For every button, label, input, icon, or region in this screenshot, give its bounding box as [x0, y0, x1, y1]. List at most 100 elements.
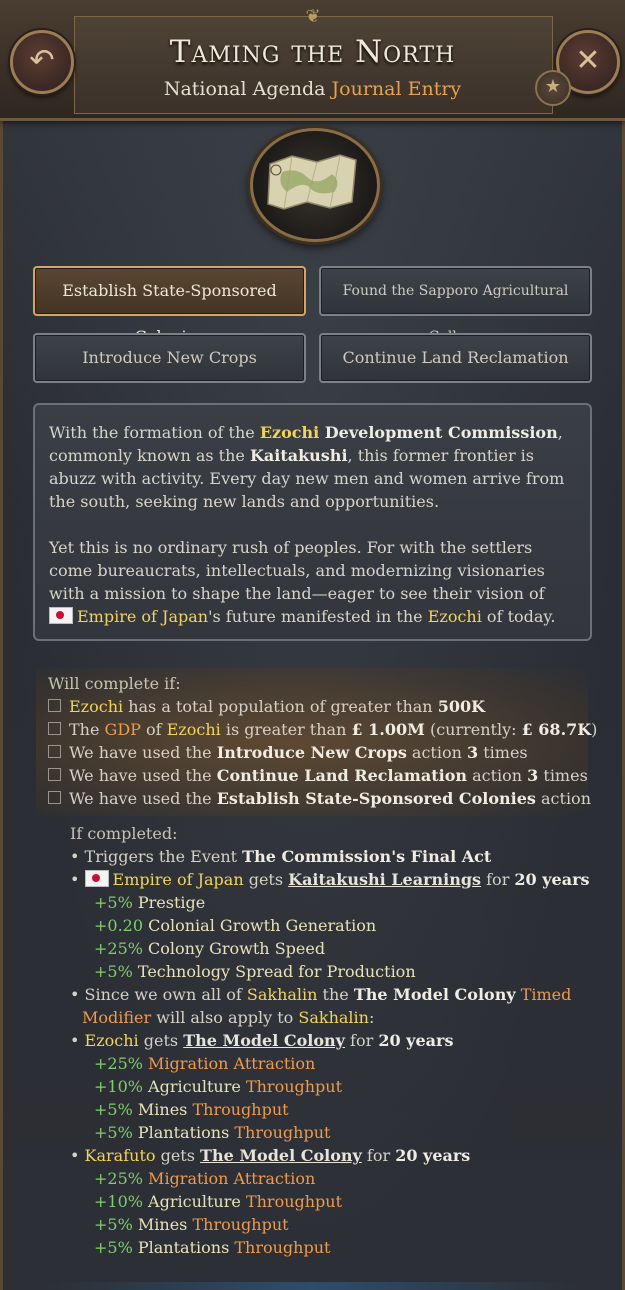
- effect-suffix: Throughput: [187, 1100, 289, 1119]
- region-link-ezochi[interactable]: Ezochi: [85, 1031, 139, 1050]
- modifier-link-model-colony[interactable]: The Model Colony: [200, 1146, 362, 1165]
- effect-name: Agriculture: [142, 1192, 241, 1211]
- effect-name: Plantations: [132, 1238, 230, 1257]
- effect-suffix: Throughput: [229, 1123, 331, 1142]
- outcome-text: • Triggers the Event: [70, 847, 243, 866]
- modifier-link-kaitakushi[interactable]: Kaitakushi Learnings: [288, 870, 481, 889]
- action-land-reclamation[interactable]: Continue Land Reclamation: [319, 333, 592, 383]
- cond-text: We have used the: [69, 743, 217, 762]
- checkbox-icon: [48, 745, 61, 758]
- cond-action: Continue Land Reclamation: [216, 766, 467, 785]
- cond-current-value: £ 68.7K: [521, 720, 592, 739]
- description-paragraph-1: With the formation of the Ezochi Develop…: [49, 421, 576, 513]
- checkbox-icon: [48, 768, 61, 781]
- effect-line: +5% Prestige: [70, 891, 600, 914]
- effect-name: Technology Spread for Production: [132, 962, 416, 981]
- effect-line: +25% Migration Attraction: [70, 1052, 600, 1075]
- cond-text: of: [140, 720, 167, 739]
- outcome-text: gets: [243, 870, 289, 889]
- effect-value: +25%: [94, 1054, 143, 1073]
- region-link-sakhalin[interactable]: Sakhalin: [247, 985, 318, 1004]
- bottom-divider: [40, 1282, 585, 1290]
- cond-text: has a total population of greater than: [123, 697, 438, 716]
- checkbox-icon: [48, 699, 61, 712]
- cond-text: is greater than: [220, 720, 352, 739]
- country-link-japan[interactable]: Empire of Japan: [113, 870, 244, 889]
- back-button[interactable]: ↶: [10, 30, 74, 94]
- japan-flag-icon: [84, 870, 109, 887]
- timed-link[interactable]: Timed: [516, 985, 572, 1004]
- cond-text: We have used the: [69, 789, 217, 808]
- effect-line: +5% Plantations Throughput: [70, 1121, 600, 1144]
- outcome-text: :: [368, 1008, 375, 1027]
- region-link-ezochi[interactable]: Ezochi: [260, 423, 319, 442]
- duration: 20 years: [378, 1031, 454, 1050]
- effect-line: +25% Migration Attraction: [70, 1167, 600, 1190]
- bullet: •: [70, 870, 85, 889]
- effect-name: Migration Attraction: [142, 1169, 316, 1188]
- region-link-ezochi[interactable]: Ezochi: [69, 697, 123, 716]
- country-link-japan[interactable]: Empire of Japan: [77, 607, 208, 626]
- completion-outcome: If completed: • Triggers the Event The C…: [70, 822, 600, 1259]
- japan-flag-icon: [49, 607, 73, 624]
- modifier-link-model-colony[interactable]: The Model Colony: [183, 1031, 345, 1050]
- outcome-text: will also apply to: [151, 1008, 299, 1027]
- outcome-text: gets: [138, 1031, 184, 1050]
- effect-value: +25%: [94, 1169, 143, 1188]
- outcome-header: If completed:: [70, 824, 178, 843]
- effect-value: +5%: [94, 1123, 133, 1142]
- cond-text: times: [538, 766, 588, 785]
- bullet: •: [70, 1031, 85, 1050]
- event-link[interactable]: The Commission's Final Act: [242, 847, 491, 866]
- conditions-header: Will complete if:: [48, 674, 181, 693]
- close-icon: ✕: [575, 43, 601, 78]
- effect-name: Mines: [132, 1215, 188, 1234]
- cond-text: The: [69, 720, 105, 739]
- region-link-sakhalin[interactable]: Sakhalin: [298, 1008, 369, 1027]
- action-establish-colonies[interactable]: Establish State-Sponsored Colonies: [33, 266, 306, 346]
- effect-suffix: Throughput: [187, 1215, 289, 1234]
- effect-value: +0.20: [94, 916, 144, 935]
- panel-header: ❦ Taming the North National Agenda Journ…: [0, 0, 625, 121]
- cond-text: ): [591, 720, 598, 739]
- effect-line: +5% Plantations Throughput: [70, 1236, 600, 1259]
- desc-text: 's future manifested in the: [208, 607, 428, 626]
- effect-value: +10%: [94, 1077, 143, 1096]
- cond-text: times: [478, 743, 528, 762]
- cond-action: Introduce New Crops: [216, 743, 407, 762]
- gdp-link[interactable]: GDP: [105, 720, 141, 739]
- favorite-button[interactable]: ★: [535, 70, 571, 106]
- action-found-college[interactable]: Found the Sapporo Agricultural College: [319, 266, 592, 345]
- effect-value: +5%: [94, 893, 133, 912]
- effect-line: +10% Agriculture Throughput: [70, 1190, 600, 1213]
- region-link-ezochi[interactable]: Ezochi: [428, 607, 482, 626]
- cond-value: £ 1.00M: [351, 720, 425, 739]
- effect-value: +5%: [94, 962, 133, 981]
- effect-suffix: Throughput: [240, 1192, 343, 1211]
- modifier-link[interactable]: Modifier: [82, 1008, 151, 1027]
- effect-suffix: Throughput: [240, 1077, 343, 1096]
- outcome-karafuto: • Karafuto gets The Model Colony for 20 …: [70, 1144, 600, 1167]
- effect-line: +5% Mines Throughput: [70, 1213, 600, 1236]
- description-box: With the formation of the Ezochi Develop…: [33, 403, 592, 641]
- outcome-sakhalin-cont: Modifier will also apply to Sakhalin:: [70, 1006, 600, 1029]
- back-arrow-icon: ↶: [29, 43, 55, 78]
- outcome-text: • Since we own all of: [70, 985, 247, 1004]
- region-link-ezochi[interactable]: Ezochi: [167, 720, 221, 739]
- effect-line: +10% Agriculture Throughput: [70, 1075, 600, 1098]
- cond-text: action: [467, 766, 528, 785]
- region-link-karafuto[interactable]: Karafuto: [85, 1146, 156, 1165]
- outcome-event: • Triggers the Event The Commission's Fi…: [70, 845, 600, 868]
- action-introduce-crops[interactable]: Introduce New Crops: [33, 333, 306, 383]
- outcome-text: gets: [155, 1146, 201, 1165]
- condition-new-crops: We have used the Introduce New Crops act…: [48, 741, 576, 764]
- checkbox-icon: [48, 722, 61, 735]
- ornament-icon: ❦: [305, 6, 321, 27]
- outcome-text: for: [361, 1146, 396, 1165]
- star-icon: ★: [544, 76, 562, 97]
- desc-text: of today.: [481, 607, 556, 626]
- description-paragraph-2: Yet this is no ordinary rush of peoples.…: [49, 536, 576, 628]
- effect-line: +25% Colony Growth Speed: [70, 937, 600, 960]
- outcome-text: for: [344, 1031, 379, 1050]
- effect-value: +5%: [94, 1215, 133, 1234]
